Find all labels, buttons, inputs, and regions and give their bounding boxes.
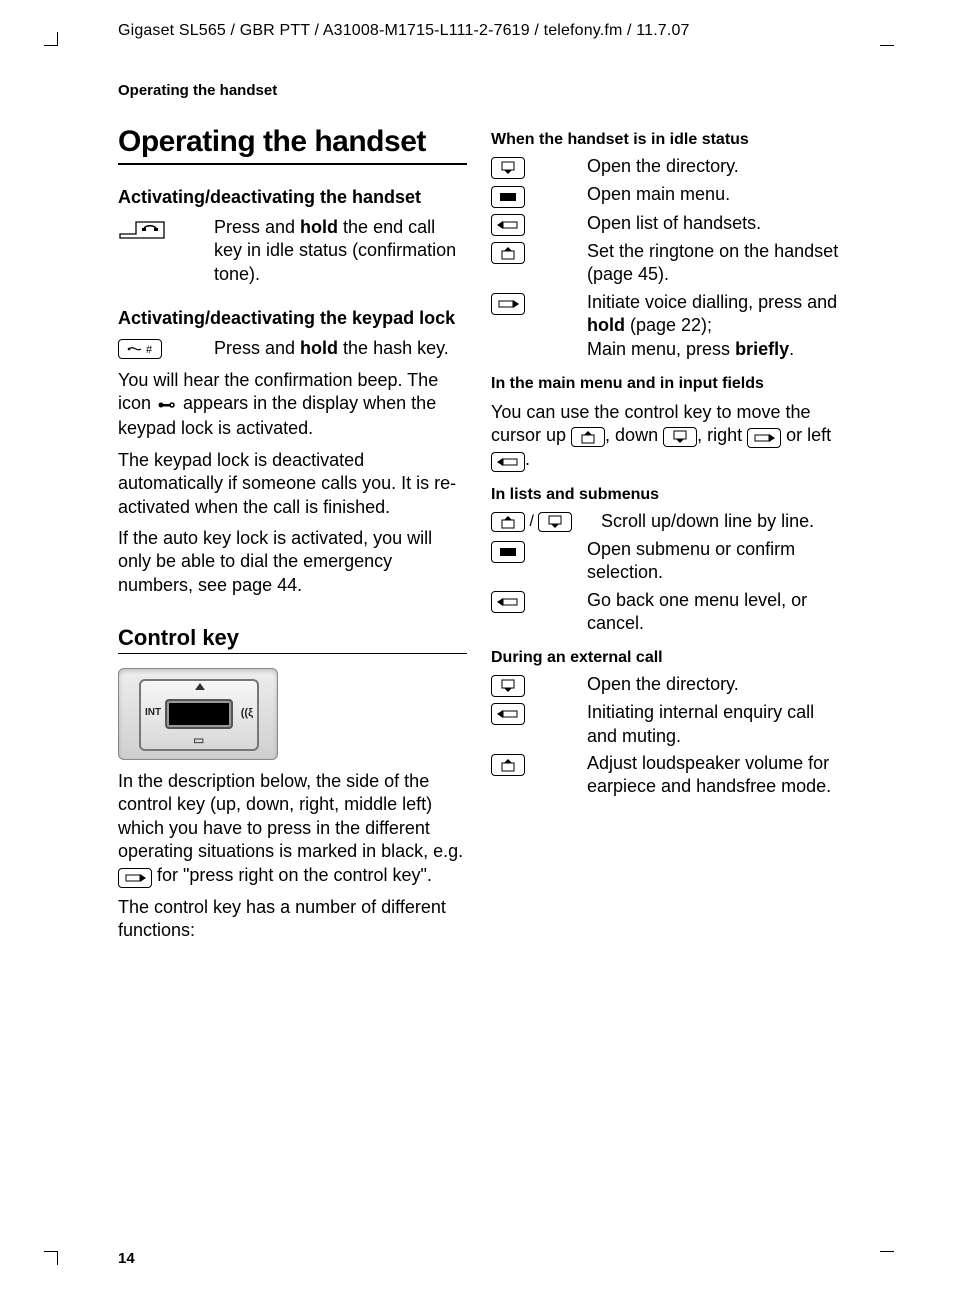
control-key-down-icon (491, 675, 525, 697)
control-key-right-icon (747, 428, 781, 448)
control-key-right-icon (118, 868, 152, 888)
main-menu-cursor-text: You can use the control key to move the … (491, 401, 840, 472)
running-head: Operating the handset (78, 46, 880, 99)
call-open-directory: Open the directory. (587, 673, 840, 697)
control-key-down-icon (491, 157, 525, 179)
idle-open-main-menu: Open main menu. (587, 183, 840, 208)
control-key-up-down-icons: / (491, 510, 587, 533)
control-key-left-icon (491, 703, 525, 725)
control-key-left-icon (491, 214, 525, 236)
external-call-heading: During an external call (491, 649, 840, 667)
idle-open-directory: Open the directory. (587, 155, 840, 179)
main-menu-heading: In the main menu and in input fields (491, 375, 840, 393)
keypad-lock-beep-text: You will hear the confirmation beep. The… (118, 369, 467, 441)
lists-heading: In lists and submenus (491, 486, 840, 504)
control-key-functions-intro: The control key has a number of differen… (118, 896, 467, 943)
lists-open-submenu: Open submenu or confirm selection. (587, 538, 840, 585)
idle-set-ringtone: Set the ringtone on the handset (page 45… (587, 240, 840, 287)
control-key-left-icon (491, 591, 525, 613)
control-key-up-icon (491, 242, 525, 264)
page-title: Operating the handset (118, 125, 467, 165)
keypad-lock-auto-text: The keypad lock is deactivated automatic… (118, 449, 467, 519)
call-enquiry: Initiating internal enquiry call and mut… (587, 701, 840, 748)
control-key-center-icon (491, 186, 525, 208)
document-path-header: Gigaset SL565 / GBR PTT / A31008-M1715-L… (78, 22, 880, 46)
crop-mark (880, 1251, 894, 1265)
call-volume: Adjust loudspeaker volume for earpiece a… (587, 752, 840, 799)
control-key-desc: In the description below, the side of th… (118, 770, 467, 888)
control-key-illustration: INT ((ξ ▭ (118, 668, 278, 760)
idle-open-handsets: Open list of handsets. (587, 212, 840, 236)
svg-text:#: # (146, 344, 153, 355)
crop-mark (44, 1251, 58, 1265)
left-column: Operating the handset Activating/deactiv… (118, 117, 467, 950)
lists-scroll: Scroll up/down line by line. (601, 510, 840, 533)
keypad-lock-emergency-text: If the auto key lock is activated, you w… (118, 527, 467, 597)
control-key-up-icon (491, 754, 525, 776)
control-key-up-icon (571, 427, 605, 447)
control-key-center-icon (491, 541, 525, 563)
lists-go-back: Go back one menu level, or cancel. (587, 589, 840, 636)
idle-voice-dial: Initiate voice dialling, press and hold … (587, 291, 840, 361)
page-number: 14 (118, 1250, 135, 1267)
section-control-key: Control key (118, 625, 467, 654)
crop-mark (44, 32, 58, 46)
crop-mark (880, 32, 894, 46)
end-call-key-desc: Press and hold the end call key in idle … (214, 216, 467, 286)
section-activating-handset: Activating/deactivating the handset (118, 187, 467, 208)
control-key-left-icon (491, 452, 525, 472)
end-call-key-icon (118, 216, 200, 286)
idle-status-heading: When the handset is in idle status (491, 131, 840, 149)
section-keypad-lock: Activating/deactivating the keypad lock (118, 308, 467, 329)
hash-key-desc: Press and hold the hash key. (214, 337, 467, 360)
control-key-down-icon (663, 427, 697, 447)
control-key-right-icon (491, 293, 525, 315)
keypad-lock-icon (157, 394, 177, 417)
hash-key-icon: # (118, 337, 200, 360)
right-column: When the handset is in idle status Open … (491, 117, 840, 950)
